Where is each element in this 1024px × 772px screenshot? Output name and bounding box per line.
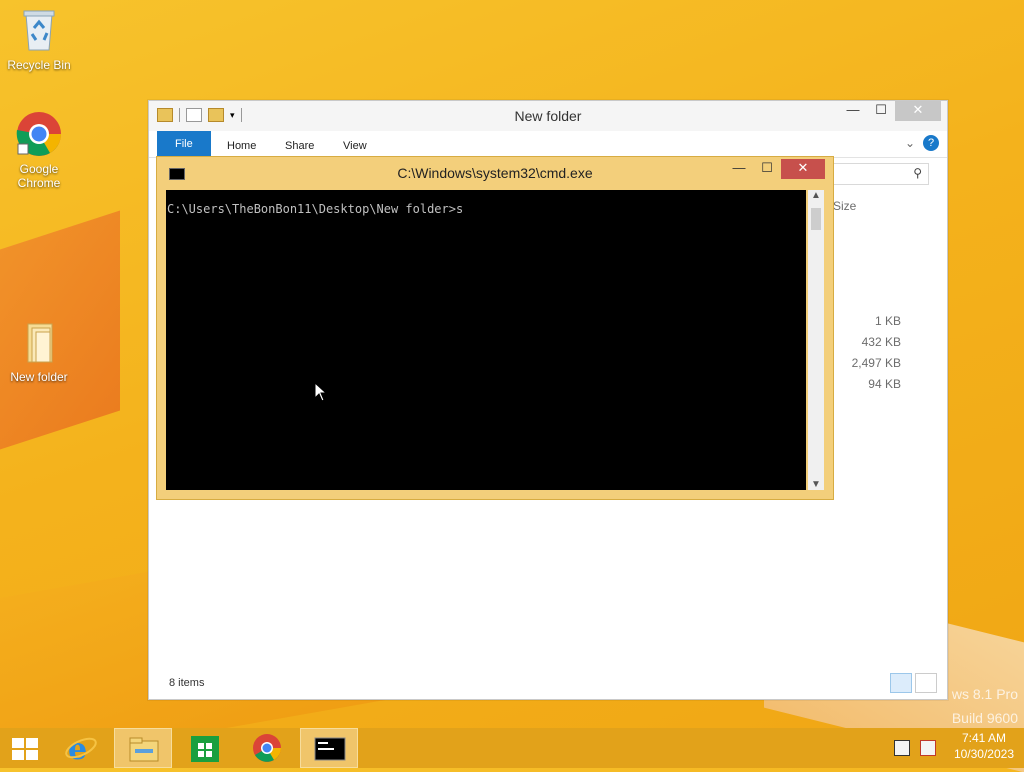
internet-explorer-icon: e [65,732,97,767]
store-icon [191,736,219,762]
taskbar-chrome[interactable] [238,728,296,768]
close-button[interactable]: ✕ [895,101,941,121]
file-explorer-icon [129,737,159,762]
system-tray-icons [894,740,936,756]
tab-file[interactable]: File [157,131,211,157]
start-button[interactable] [0,728,58,768]
explorer-window-controls: — ☐ ✕ [839,101,941,121]
cmd-window[interactable]: C:\Windows\system32\cmd.exe — ☐ ✕ C:\Use… [156,156,834,500]
chrome-icon [16,110,62,158]
close-button[interactable]: ✕ [781,159,825,179]
desktop-icon-label: New folder [10,370,68,384]
clock[interactable]: 7:41 AM 10/30/2023 [954,730,1014,762]
file-size: 94 KB [868,377,901,391]
volume-muted-icon[interactable] [920,740,936,756]
chevron-up-icon[interactable]: ▲ [808,190,824,201]
file-size: 2,497 KB [851,356,901,370]
windows-build-watermark: Build 9600 [951,710,1018,726]
file-size: 432 KB [861,335,901,349]
console-prompt-line: C:\Users\TheBonBon11\Desktop\New folder>… [167,202,464,216]
expand-ribbon-icon[interactable]: ⌄ [905,136,915,150]
tab-share[interactable]: Share [271,135,328,157]
taskbar-store[interactable] [176,728,234,768]
search-icon: ⚲ [913,166,922,180]
clock-time: 7:41 AM [961,731,1006,745]
explorer-title: New folder [514,108,582,124]
search-input[interactable]: ⚲ [833,163,929,185]
explorer-titlebar[interactable]: ▾ New folder — ☐ ✕ [149,101,947,131]
minimize-button[interactable]: — [725,159,753,179]
taskbar: e 7:41 AM 10/30/2023 [0,728,1024,768]
command-prompt-icon [314,737,346,761]
ribbon-tabs: File Home Share View ⌄ ? [149,131,947,158]
windows-logo-icon [12,738,38,760]
large-icons-view-icon[interactable] [915,673,937,693]
file-sizes: 1 KB 432 KB 2,497 KB 94 KB [852,311,901,395]
desktop-icon-label: Recycle Bin [7,58,71,72]
console-output[interactable]: C:\Users\TheBonBon11\Desktop\New folder>… [166,190,806,490]
cmd-window-controls: — ☐ ✕ [725,159,825,179]
taskbar-command-prompt[interactable] [300,728,358,768]
details-view-icon[interactable] [890,673,912,693]
clock-date: 10/30/2023 [953,747,1014,761]
maximize-button[interactable]: ☐ [867,101,895,121]
network-icon[interactable] [894,740,910,756]
svg-text:e: e [68,732,87,767]
maximize-button[interactable]: ☐ [753,159,781,179]
status-item-count: 8 items [169,677,205,689]
desktop-icon-chrome[interactable]: Google Chrome [4,110,74,190]
tab-view[interactable]: View [329,135,381,157]
view-switcher [890,673,937,693]
windows-edition-watermark: ws 8.1 Pro [951,686,1018,702]
column-header-size[interactable]: Size [833,199,856,213]
tab-home[interactable]: Home [213,135,270,157]
console-scrollbar[interactable]: ▲ ▼ [808,190,824,490]
chevron-down-icon[interactable]: ▼ [808,479,824,490]
file-size: 1 KB [874,314,901,328]
desktop-icon-new-folder[interactable]: New folder [4,318,74,384]
folder-icon [16,318,62,366]
recycle-bin-icon [16,6,62,54]
scrollbar-thumb[interactable] [811,208,821,230]
help-icon[interactable]: ? [923,135,939,151]
mouse-cursor-icon [314,382,328,402]
cmd-titlebar[interactable]: C:\Windows\system32\cmd.exe — ☐ ✕ [157,157,833,189]
desktop-icon-label: Google Chrome [17,162,61,190]
minimize-button[interactable]: — [839,101,867,121]
taskbar-file-explorer[interactable] [114,728,172,768]
desktop-icon-recycle-bin[interactable]: Recycle Bin [4,6,74,72]
taskbar-internet-explorer[interactable]: e [52,728,110,768]
chrome-icon [253,734,281,762]
